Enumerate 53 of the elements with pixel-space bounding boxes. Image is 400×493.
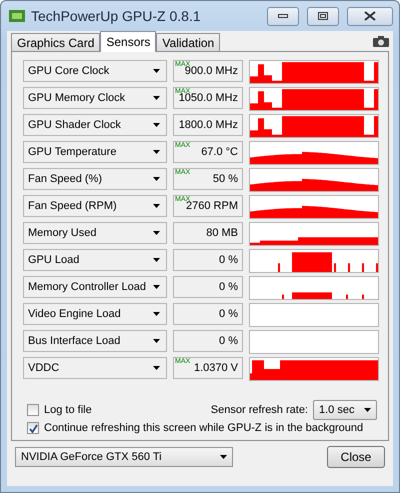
sensor-value: 80 MB bbox=[173, 222, 243, 244]
dropdown-arrow-icon bbox=[153, 366, 160, 370]
sensor-dropdown[interactable]: Video Engine Load bbox=[23, 303, 167, 325]
sensor-dropdown[interactable]: GPU Memory Clock bbox=[23, 87, 167, 109]
dropdown-arrow-icon bbox=[153, 339, 160, 343]
restore-icon bbox=[318, 12, 328, 20]
close-icon bbox=[364, 11, 376, 21]
close-dialog-button[interactable]: Close bbox=[327, 446, 385, 468]
refresh-rate-label: Sensor refresh rate: bbox=[210, 404, 308, 416]
checkmark-icon bbox=[28, 424, 38, 432]
dropdown-arrow-icon bbox=[153, 150, 160, 154]
sensor-value: 0 % bbox=[173, 249, 243, 271]
window-title: TechPowerUp GPU-Z 0.8.1 bbox=[31, 8, 202, 24]
sensor-dropdown[interactable]: GPU Core Clock bbox=[23, 60, 167, 82]
camera-icon[interactable] bbox=[373, 36, 389, 46]
dropdown-arrow-icon bbox=[220, 455, 227, 459]
tab[interactable]: Graphics Card bbox=[11, 33, 100, 51]
sensor-value: 0 % bbox=[173, 303, 243, 325]
sensor-value: 0 % bbox=[173, 330, 243, 352]
dropdown-arrow-icon bbox=[364, 408, 371, 412]
sensor-dropdown[interactable]: Bus Interface Load bbox=[23, 330, 167, 352]
sensor-value: 1800.0 MHz bbox=[173, 114, 243, 136]
dropdown-arrow-icon bbox=[153, 96, 160, 100]
dropdown-arrow-icon bbox=[153, 204, 160, 208]
sensor-dropdown[interactable]: GPU Load bbox=[23, 249, 167, 271]
sensor-dropdown[interactable]: GPU Temperature bbox=[23, 141, 167, 163]
app-icon bbox=[9, 10, 25, 22]
checkbox-label: Log to file bbox=[44, 404, 92, 416]
checkbox[interactable] bbox=[27, 404, 39, 416]
dropdown-arrow-icon bbox=[153, 177, 160, 181]
minimize-button[interactable] bbox=[267, 6, 299, 26]
sensor-dropdown[interactable]: VDDC bbox=[23, 357, 167, 379]
sensor-dropdown[interactable]: Memory Used bbox=[23, 222, 167, 244]
sensor-dropdown[interactable]: Fan Speed (%) bbox=[23, 168, 167, 190]
dropdown-arrow-icon bbox=[153, 285, 160, 289]
close-button[interactable] bbox=[347, 6, 393, 26]
refresh-rate-dropdown[interactable]: 1.0 sec bbox=[313, 400, 377, 420]
sensor-dropdown[interactable]: Fan Speed (RPM) bbox=[23, 195, 167, 217]
dropdown-arrow-icon bbox=[153, 312, 160, 316]
dropdown-arrow-icon bbox=[153, 123, 160, 127]
device-dropdown[interactable]: NVIDIA GeForce GTX 560 Ti bbox=[15, 447, 233, 467]
sensor-dropdown[interactable]: Memory Controller Load bbox=[23, 276, 167, 298]
checkbox-label: Continue refreshing this screen while GPU-Z is in the background bbox=[44, 422, 364, 434]
minimize-icon bbox=[278, 14, 288, 18]
tab[interactable]: Sensors bbox=[100, 31, 156, 52]
tab[interactable]: Validation bbox=[156, 33, 220, 51]
sensor-dropdown[interactable]: GPU Shader Clock bbox=[23, 114, 167, 136]
sensor-value: 0 % bbox=[173, 276, 243, 298]
dropdown-arrow-icon bbox=[153, 258, 160, 262]
maximize-button[interactable] bbox=[307, 6, 339, 26]
dropdown-arrow-icon bbox=[153, 69, 160, 73]
checkbox[interactable] bbox=[27, 422, 39, 434]
dropdown-arrow-icon bbox=[153, 231, 160, 235]
